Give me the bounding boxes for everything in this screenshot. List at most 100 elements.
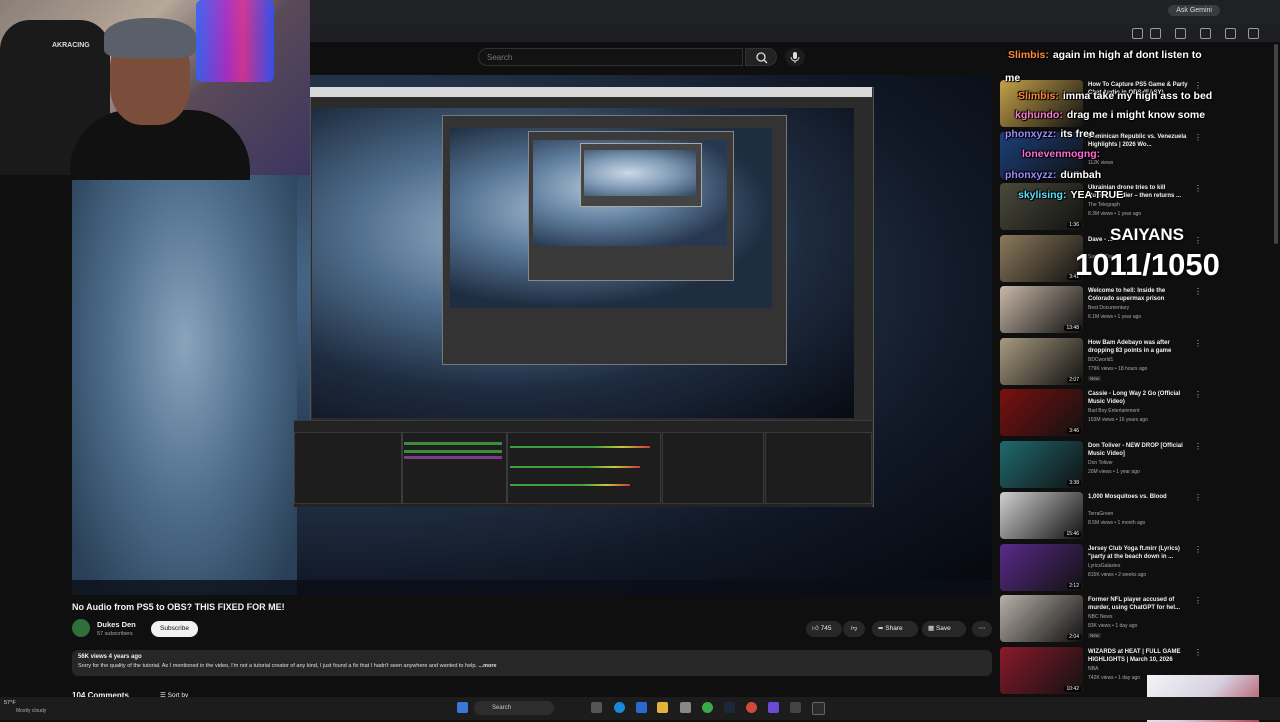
search-button[interactable] bbox=[745, 48, 777, 66]
gemini-icon[interactable] bbox=[1248, 28, 1259, 39]
windows-start-icon[interactable] bbox=[457, 702, 468, 713]
voice-search-button[interactable] bbox=[785, 48, 805, 66]
recommendation-thumbnail[interactable]: 10:42 bbox=[1000, 646, 1083, 694]
more-options-icon[interactable]: ⋮ bbox=[1194, 81, 1202, 90]
taskbar-search[interactable]: Search bbox=[474, 701, 554, 715]
share-button[interactable]: ➦ Share bbox=[872, 621, 918, 637]
recommendation-thumbnail[interactable]: 2:04 bbox=[1000, 595, 1083, 642]
recommendation-thumbnail[interactable]: 2:07 bbox=[1000, 337, 1083, 385]
recommendation-item[interactable]: 2:04 Former NFL player accused of murder,… bbox=[1000, 595, 1270, 645]
video-duration: 10:42 bbox=[1064, 685, 1081, 692]
dislike-button[interactable]: 👎︎ bbox=[843, 621, 865, 637]
recommendation-thumbnail[interactable]: 15:46 bbox=[1000, 492, 1083, 539]
recommendation-item[interactable]: 13:48 Welcome to hell: Inside the Colorad… bbox=[1000, 286, 1270, 336]
recommendation-thumbnail[interactable]: 13:48 bbox=[1000, 286, 1083, 333]
recommendation-channel[interactable]: NBA bbox=[1088, 666, 1098, 672]
recommendation-item[interactable]: 2:12 Jersey Club Yoga ft.mirr (Lyrics) "p… bbox=[1000, 543, 1270, 594]
description-more-link[interactable]: ...more bbox=[478, 663, 496, 669]
recommendation-channel[interactable]: Best Documentary bbox=[1088, 305, 1129, 311]
task-view-icon[interactable] bbox=[591, 702, 602, 713]
recommendation-title[interactable]: WIZARDS at HEAT | FULL GAME HIGHLIGHTS |… bbox=[1088, 648, 1188, 664]
more-options-icon[interactable]: ⋮ bbox=[1194, 442, 1202, 451]
chrome-icon[interactable] bbox=[702, 702, 713, 713]
bookmark-icon[interactable] bbox=[1150, 28, 1161, 39]
recommendation-title[interactable]: Dominican Republic vs. Venezuela Highlig… bbox=[1088, 133, 1188, 149]
recommendation-channel[interactable]: Don Toliver bbox=[1088, 460, 1113, 466]
file-explorer-icon[interactable] bbox=[657, 702, 668, 713]
video-duration: 2:04 bbox=[1067, 634, 1081, 640]
nested-obs-preview bbox=[584, 150, 696, 196]
recommendation-meta: 815K views • 2 weeks ago bbox=[1088, 571, 1147, 578]
like-button[interactable]: 👍︎ 745 bbox=[806, 621, 842, 637]
recommendation-channel[interactable]: TerraGreen bbox=[1088, 511, 1113, 517]
video-duration: 15:46 bbox=[1064, 531, 1081, 537]
more-options-icon[interactable]: ⋮ bbox=[1194, 596, 1202, 605]
recommendation-item[interactable]: How To Capture PS5 Game & Party Chat Aud… bbox=[1000, 80, 1270, 130]
video-duration: 2:07 bbox=[1067, 376, 1081, 383]
recommendation-thumbnail[interactable]: 2:12 bbox=[1000, 543, 1083, 591]
recommendation-meta: 779K views • 18 hours ago bbox=[1088, 365, 1148, 372]
edge-icon[interactable] bbox=[614, 702, 625, 713]
chat-message: me bbox=[1005, 72, 1020, 84]
more-options-icon[interactable]: ⋮ bbox=[1194, 184, 1202, 193]
more-options-icon[interactable]: ⋮ bbox=[1194, 648, 1202, 657]
recommendation-channel[interactable]: Bad Boy Entertainment bbox=[1088, 408, 1139, 414]
obs-scenes-dock bbox=[294, 432, 402, 504]
subscriber-count: 57 subscribers bbox=[97, 631, 133, 637]
more-options-icon[interactable]: ⋮ bbox=[1194, 133, 1202, 142]
more-actions-button[interactable]: ⋯ bbox=[972, 621, 992, 637]
ask-gemini-button[interactable]: Ask Gemini bbox=[1168, 5, 1220, 16]
video-duration: 1:36 bbox=[1067, 222, 1081, 228]
more-options-icon[interactable]: ⋮ bbox=[1194, 390, 1202, 399]
recommendation-title[interactable]: Cassie - Long Way 2 Go (Official Music V… bbox=[1088, 390, 1188, 406]
save-button[interactable]: ▦ Save bbox=[922, 621, 966, 637]
settings-icon[interactable] bbox=[680, 702, 691, 713]
more-options-icon[interactable]: ⋮ bbox=[1194, 493, 1202, 502]
weather-desc: Mostly cloudy bbox=[16, 708, 47, 714]
recommendation-title[interactable]: Former NFL player accused of murder, usi… bbox=[1088, 596, 1188, 612]
search-icon bbox=[756, 52, 768, 64]
more-options-icon[interactable]: ⋮ bbox=[1194, 339, 1202, 348]
app-icon[interactable] bbox=[746, 702, 757, 713]
app-icon[interactable] bbox=[790, 702, 801, 713]
recommendation-thumbnail[interactable]: 3:41 bbox=[1000, 234, 1083, 282]
share-page-icon[interactable] bbox=[1175, 28, 1186, 39]
recommendation-thumbnail[interactable]: 3:38 bbox=[1000, 440, 1083, 488]
recommendation-channel[interactable]: The Telegraph bbox=[1088, 202, 1120, 208]
app-icon[interactable] bbox=[812, 702, 825, 715]
extension-icon[interactable] bbox=[1132, 28, 1143, 39]
recommendation-channel[interactable]: BDCworld1 bbox=[1088, 357, 1113, 363]
obs-icon[interactable] bbox=[768, 702, 779, 713]
more-options-icon[interactable]: ⋮ bbox=[1194, 236, 1202, 245]
subscribe-button[interactable]: Subscribe bbox=[151, 621, 198, 637]
recommendation-title[interactable]: Don Toliver - NEW DROP [Official Music V… bbox=[1088, 442, 1188, 458]
steam-icon[interactable] bbox=[724, 702, 735, 713]
channel-avatar[interactable] bbox=[72, 619, 90, 637]
channel-name[interactable]: Dukes Den bbox=[97, 620, 136, 629]
more-options-icon[interactable]: ⋮ bbox=[1194, 287, 1202, 296]
chat-username: kghundo: bbox=[1015, 109, 1063, 121]
chat-message: skylising: YEA TRUE bbox=[1018, 189, 1123, 201]
recommendation-title[interactable]: 1,000 Mosquitoes vs. Blood bbox=[1088, 493, 1188, 501]
more-options-icon[interactable]: ⋮ bbox=[1194, 545, 1202, 554]
video-windows-taskbar bbox=[72, 580, 992, 595]
obs-transitions-dock bbox=[662, 432, 764, 504]
recommendation-channel[interactable]: LyricsGalaxies bbox=[1088, 563, 1120, 569]
recommendation-item[interactable]: 15:46 1,000 Mosquitoes vs. Blood TerraGree… bbox=[1000, 492, 1270, 542]
recommendation-thumbnail[interactable]: 3:46 bbox=[1000, 389, 1083, 436]
sidebar-icon[interactable] bbox=[1200, 28, 1211, 39]
recommendation-title[interactable]: Jersey Club Yoga ft.mirr (Lyrics) "party… bbox=[1088, 545, 1188, 561]
weather-temp[interactable]: 57°F bbox=[4, 700, 16, 706]
search-input[interactable]: Search bbox=[478, 48, 743, 66]
profile-icon[interactable] bbox=[1225, 28, 1236, 39]
recommendation-channel[interactable]: NBC News bbox=[1088, 614, 1112, 620]
copilot-icon[interactable] bbox=[636, 702, 647, 713]
recommendation-item[interactable]: 3:46 Cassie - Long Way 2 Go (Official Mus… bbox=[1000, 389, 1270, 439]
recommendation-title[interactable]: Welcome to hell: Inside the Colorado sup… bbox=[1088, 287, 1188, 303]
recommendation-item[interactable]: 3:38 Don Toliver - NEW DROP [Official Mus… bbox=[1000, 440, 1270, 491]
recommendation-item[interactable]: 2:07 How Bam Adebayo was after dropping 8… bbox=[1000, 337, 1270, 388]
recommendation-meta: 112K views bbox=[1088, 159, 1114, 166]
sidebar-scrollbar[interactable] bbox=[1274, 44, 1278, 244]
chat-message: phonxyzz: its free bbox=[1005, 128, 1095, 140]
recommendation-title[interactable]: How Bam Adebayo was after dropping 83 po… bbox=[1088, 339, 1188, 355]
